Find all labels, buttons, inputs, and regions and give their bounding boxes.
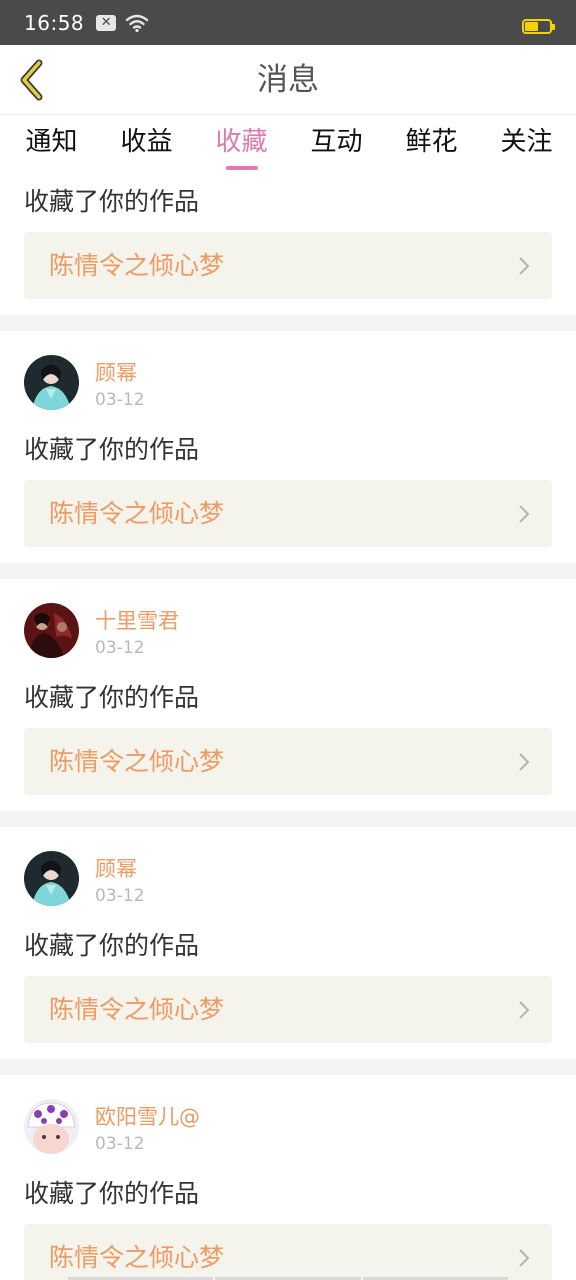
action-text: 收藏了你的作品 <box>24 931 200 960</box>
x-icon: ✕ <box>96 14 117 31</box>
avatar[interactable] <box>24 355 79 410</box>
action-text: 收藏了你的作品 <box>24 187 200 216</box>
chevron-right-icon <box>519 505 530 523</box>
tab-label: 互动 <box>310 127 363 157</box>
tab-earnings[interactable]: 收益 <box>99 115 194 175</box>
avatar[interactable] <box>24 1099 79 1154</box>
chevron-right-icon <box>519 1249 530 1267</box>
work-link[interactable]: 陈情令之倾心梦 <box>24 1224 552 1280</box>
work-title: 陈情令之倾心梦 <box>49 747 225 776</box>
header: 消息 <box>0 45 576 115</box>
favorites-feed[interactable]: 收藏了你的作品 陈情令之倾心梦 顾幂 03-12 收藏了你的作品 陈情令之倾心梦 <box>0 175 576 1280</box>
work-link[interactable]: 陈情令之倾心梦 <box>24 480 552 547</box>
work-title: 陈情令之倾心梦 <box>49 1243 225 1272</box>
card-divider <box>0 811 576 827</box>
tab-follows[interactable]: 关注 <box>479 115 574 175</box>
work-link[interactable]: 陈情令之倾心梦 <box>24 728 552 795</box>
username[interactable]: 欧阳雪儿@ <box>95 1101 200 1131</box>
page-title: 消息 <box>257 62 319 98</box>
avatar[interactable] <box>24 851 79 906</box>
chevron-right-icon <box>519 1001 530 1019</box>
work-title: 陈情令之倾心梦 <box>49 995 225 1024</box>
favorite-card: 收藏了你的作品 陈情令之倾心梦 <box>0 175 576 315</box>
back-button[interactable] <box>10 55 54 105</box>
action-text: 收藏了你的作品 <box>24 435 200 464</box>
tab-label: 关注 <box>500 127 553 157</box>
status-bar: 16:58 ✕ <box>0 0 576 45</box>
tab-notifications[interactable]: 通知 <box>4 115 99 175</box>
back-chevron-icon <box>20 59 43 101</box>
active-tab-indicator <box>225 166 258 170</box>
avatar[interactable] <box>24 603 79 658</box>
wifi-icon <box>125 14 149 32</box>
favorite-card: 顾幂 03-12 收藏了你的作品 陈情令之倾心梦 <box>0 827 576 1059</box>
work-title: 陈情令之倾心梦 <box>49 251 225 280</box>
messages-page: 16:58 ✕ 消息 通知 收益 收藏 互动 鲜花 关注 收藏了你的作品 陈情令… <box>0 0 576 1280</box>
user-row[interactable]: 顾幂 03-12 <box>24 851 544 907</box>
tab-label: 收藏 <box>215 127 268 157</box>
date: 03-12 <box>95 886 145 906</box>
username[interactable]: 顾幂 <box>95 853 137 883</box>
tab-interactions[interactable]: 互动 <box>289 115 384 175</box>
tab-label: 收益 <box>120 127 173 157</box>
card-divider <box>0 1059 576 1075</box>
status-time: 16:58 <box>24 10 85 35</box>
date: 03-12 <box>95 390 145 410</box>
date: 03-12 <box>95 1134 145 1154</box>
tab-label: 通知 <box>25 127 78 157</box>
username[interactable]: 十里雪君 <box>95 605 179 635</box>
tab-favorites[interactable]: 收藏 <box>194 115 289 175</box>
tab-bar: 通知 收益 收藏 互动 鲜花 关注 <box>0 115 576 175</box>
username[interactable]: 顾幂 <box>95 357 137 387</box>
favorite-card: 顾幂 03-12 收藏了你的作品 陈情令之倾心梦 <box>0 331 576 563</box>
card-divider <box>0 315 576 331</box>
date: 03-12 <box>95 638 145 658</box>
favorite-card: 十里雪君 03-12 收藏了你的作品 陈情令之倾心梦 <box>0 579 576 811</box>
chevron-right-icon <box>519 753 530 771</box>
battery-icon <box>522 19 555 34</box>
action-text: 收藏了你的作品 <box>24 1179 200 1208</box>
card-divider <box>0 563 576 579</box>
user-row[interactable]: 十里雪君 03-12 <box>24 603 544 659</box>
tab-flowers[interactable]: 鲜花 <box>384 115 479 175</box>
user-row[interactable]: 顾幂 03-12 <box>24 355 544 411</box>
work-title: 陈情令之倾心梦 <box>49 499 225 528</box>
user-row[interactable]: 欧阳雪儿@ 03-12 <box>24 1099 544 1155</box>
work-link[interactable]: 陈情令之倾心梦 <box>24 976 552 1043</box>
tab-label: 鲜花 <box>405 127 458 157</box>
chevron-right-icon <box>519 257 530 275</box>
favorite-card: 欧阳雪儿@ 03-12 收藏了你的作品 陈情令之倾心梦 <box>0 1075 576 1280</box>
action-text: 收藏了你的作品 <box>24 683 200 712</box>
work-link[interactable]: 陈情令之倾心梦 <box>24 232 552 299</box>
